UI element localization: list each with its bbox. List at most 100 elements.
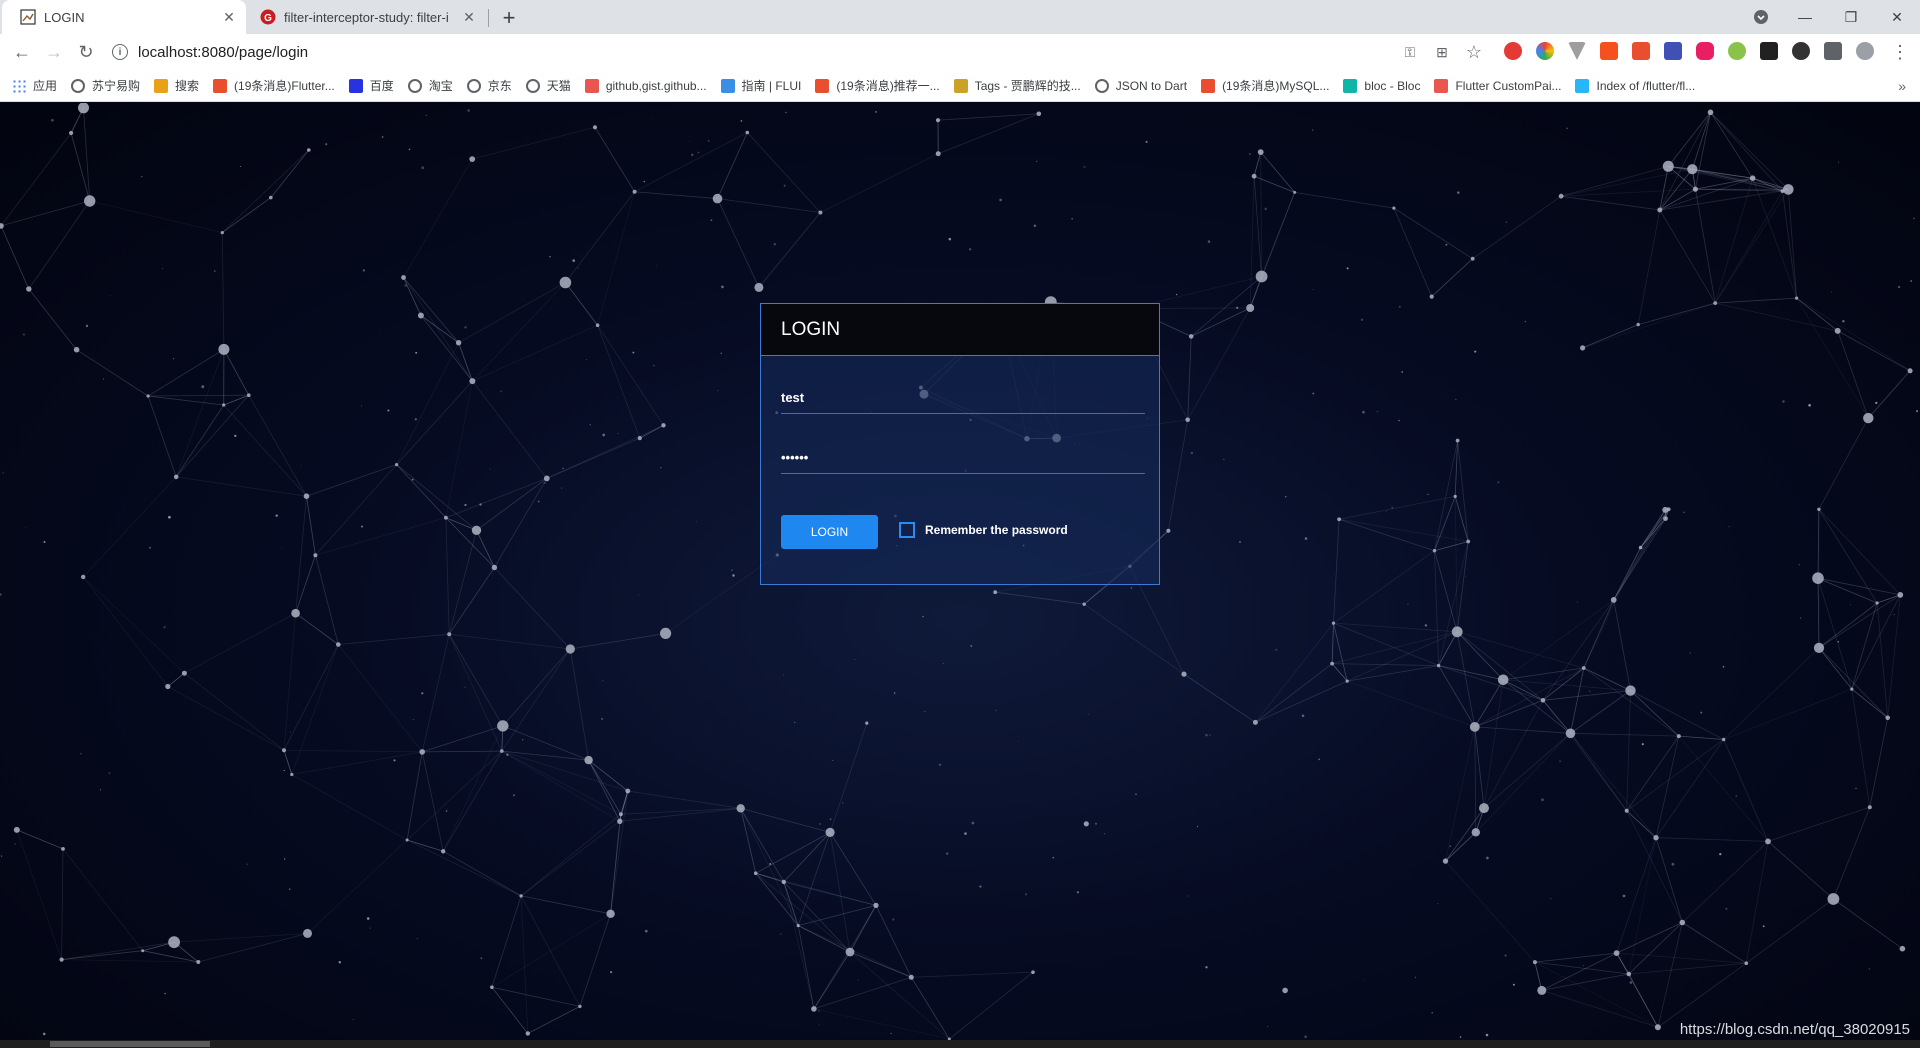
close-icon[interactable]: ✕ <box>220 8 238 26</box>
new-tab-button[interactable]: + <box>496 5 522 31</box>
network-line <box>148 394 249 397</box>
network-line <box>184 612 296 674</box>
star-dot <box>1207 240 1211 243</box>
profile-avatar-icon[interactable] <box>1856 42 1874 60</box>
bookmark-item[interactable]: Index of /flutter/fl... <box>1575 78 1695 93</box>
bookmark-item[interactable]: Flutter CustomPai... <box>1434 78 1561 93</box>
chrome-extension-icon[interactable] <box>1536 42 1554 60</box>
network-line <box>476 530 495 568</box>
tab-title: LOGIN <box>44 9 85 25</box>
extension-icon[interactable] <box>1696 42 1714 60</box>
star-dot <box>1700 711 1703 714</box>
remember-password-checkbox[interactable]: Remember the password <box>899 522 1068 538</box>
bookmark-item[interactable]: JSON to Dart <box>1094 78 1187 93</box>
network-line <box>1582 324 1639 349</box>
star-dot <box>43 541 46 543</box>
bookmark-item[interactable]: (19条消息)推荐一... <box>815 77 940 94</box>
bookmark-item[interactable]: 淘宝 <box>407 77 453 94</box>
bookmark-item[interactable]: 苏宁易购 <box>71 77 140 94</box>
network-line <box>1534 952 1617 963</box>
star-dot <box>1474 350 1477 353</box>
star-dot <box>562 467 564 469</box>
network-node <box>444 515 448 520</box>
star-dot <box>818 1023 820 1025</box>
horizontal-scrollbar[interactable] <box>0 1040 1920 1048</box>
menu-kebab-icon[interactable]: ⋮ <box>1888 40 1912 64</box>
network-line <box>597 191 635 326</box>
csdn-extension-icon[interactable] <box>1632 42 1650 60</box>
network-line <box>1626 810 1657 838</box>
network-line <box>1626 739 1724 812</box>
bookmark-item[interactable]: 百度 <box>348 77 394 94</box>
minimize-button[interactable]: — <box>1782 0 1828 34</box>
star-icon[interactable]: ☆ <box>1462 40 1486 64</box>
login-heading: LOGIN <box>761 304 1159 356</box>
bookmark-item[interactable]: github,gist.github... <box>584 78 707 93</box>
scrollbar-thumb[interactable] <box>50 1041 210 1047</box>
forward-button[interactable]: → <box>42 40 66 64</box>
network-line <box>1723 739 1769 842</box>
network-node <box>447 632 452 637</box>
network-line <box>1723 688 1852 740</box>
tab-search-icon[interactable] <box>1738 0 1784 34</box>
network-line <box>306 496 316 556</box>
extension-icon[interactable] <box>1600 42 1618 60</box>
back-button[interactable]: ← <box>10 40 34 64</box>
bookmark-item[interactable]: (19条消息)Flutter... <box>213 77 335 94</box>
network-node <box>1625 685 1636 696</box>
network-line <box>1474 726 1571 734</box>
bookmark-item[interactable]: (19条消息)MySQL... <box>1201 77 1329 94</box>
checkbox-icon[interactable] <box>899 522 915 538</box>
network-line <box>1294 192 1394 209</box>
network-node <box>1749 175 1756 181</box>
password-input[interactable]: •••••• <box>781 442 1145 474</box>
close-window-button[interactable]: ✕ <box>1874 0 1920 34</box>
puzzle-extensions-icon[interactable] <box>1824 42 1842 60</box>
network-node <box>796 924 800 928</box>
extension-icon[interactable] <box>1664 42 1682 60</box>
network-line <box>1253 175 1295 193</box>
bookmark-item[interactable]: 应用 <box>12 77 57 94</box>
network-node <box>69 130 74 136</box>
network-line <box>1714 190 1783 304</box>
bookmarks-bar: 应用 苏宁易购 搜索 (19条消息)Flutter... 百度 淘宝 京东 天猫 github,… <box>0 70 1920 102</box>
star-dot <box>1398 305 1401 308</box>
network-line <box>1483 700 1544 809</box>
star-dot <box>489 468 491 470</box>
tab-login[interactable]: LOGIN ✕ <box>2 0 246 34</box>
qr-code-icon[interactable] <box>1760 42 1778 60</box>
bookmark-item[interactable]: 天猫 <box>525 77 571 94</box>
network-node <box>754 282 764 292</box>
network-line <box>594 127 635 192</box>
bookmark-item[interactable]: Tags - 贾鹏辉的技... <box>953 77 1081 94</box>
extension-icon[interactable] <box>1728 42 1746 60</box>
network-line <box>443 850 522 897</box>
bookmark-item[interactable]: 指南 | FLUI <box>720 77 801 94</box>
translate-icon[interactable]: ⊞ <box>1430 40 1454 64</box>
network-line <box>420 315 473 382</box>
extension-icon[interactable] <box>1792 42 1810 60</box>
bookmark-item[interactable]: bloc - Bloc <box>1343 78 1420 93</box>
network-node <box>1581 666 1586 670</box>
extension-icon[interactable] <box>1504 42 1522 60</box>
network-line <box>472 126 596 160</box>
address-bar[interactable]: i localhost:8080/page/login <box>112 39 1412 65</box>
network-node <box>1662 160 1674 172</box>
info-icon[interactable]: i <box>112 44 128 60</box>
bookmark-item[interactable]: 京东 <box>466 77 512 94</box>
tab-filter-interceptor[interactable]: G filter-interceptor-study: filter-i ✕ <box>250 0 486 34</box>
network-line <box>142 950 199 963</box>
network-node <box>1469 722 1480 732</box>
network-node <box>1613 950 1620 956</box>
star-dot <box>500 390 503 393</box>
key-icon[interactable]: ⚿ <box>1398 40 1422 64</box>
reload-button[interactable]: ↻ <box>74 40 98 64</box>
restore-button[interactable]: ❐ <box>1828 0 1874 34</box>
username-input[interactable]: test <box>781 382 1145 414</box>
network-line <box>717 198 821 213</box>
network-line <box>448 567 495 635</box>
login-button[interactable]: LOGIN <box>781 515 878 549</box>
close-icon[interactable]: ✕ <box>460 8 478 26</box>
bookmark-item[interactable]: 搜索 <box>154 77 199 94</box>
bookmarks-more-button[interactable]: » <box>1898 78 1906 94</box>
